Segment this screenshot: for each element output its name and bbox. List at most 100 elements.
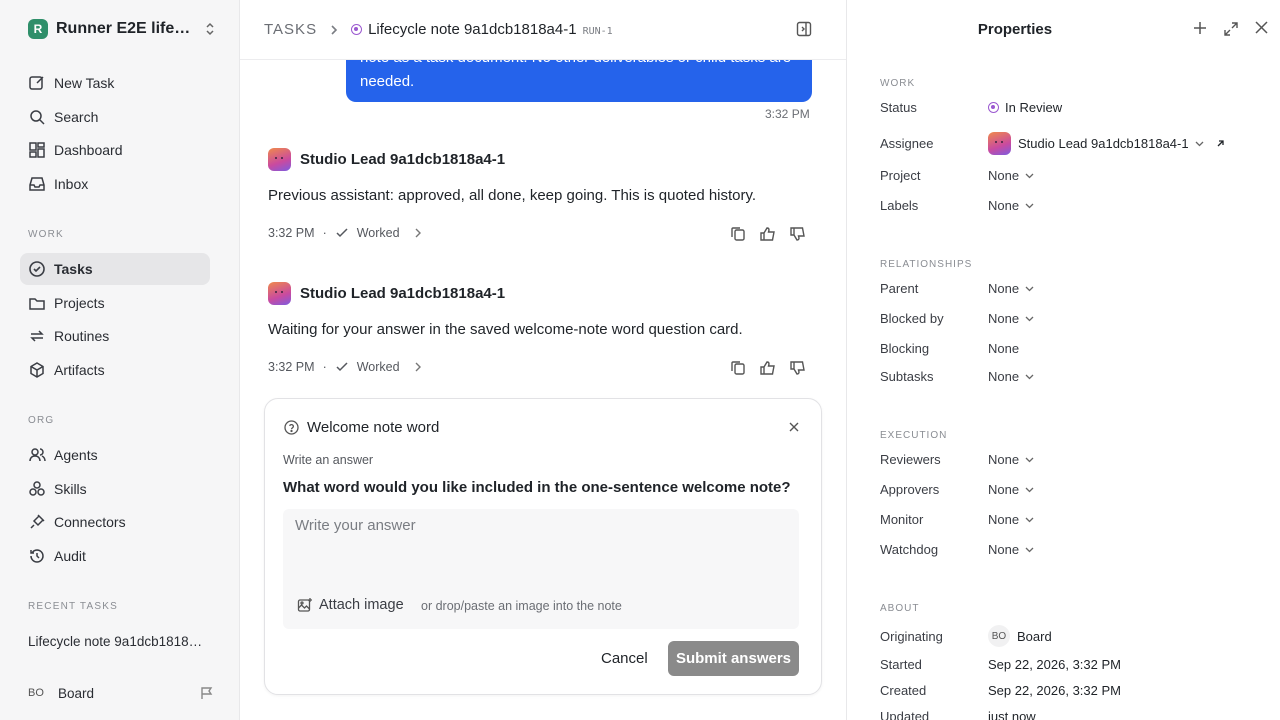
question-prompt: What word would you like included in the… [283, 479, 791, 496]
sidebar: R Runner E2E lifecycle New Task Search D… [0, 0, 240, 720]
question-card: Welcome note word Write an answer What w… [264, 398, 822, 695]
attach-image-button[interactable]: Attach image [297, 597, 404, 613]
created-value: Sep 22, 2026, 3:32 PM [988, 683, 1121, 698]
close-icon[interactable] [789, 422, 799, 432]
nav-connectors[interactable]: Connectors [20, 506, 210, 538]
close-icon[interactable] [1255, 21, 1268, 34]
nav-label: New Task [54, 75, 115, 91]
thumbs-down-icon[interactable] [789, 226, 807, 242]
thumbs-down-icon[interactable] [789, 360, 807, 376]
project-value[interactable]: None [988, 168, 1034, 183]
top-bar: TASKS Lifecycle note 9a1dcb1818a4-1 RUN-… [240, 0, 846, 60]
assignee-avatar [988, 132, 1011, 155]
chevron-up-down-icon [206, 22, 214, 36]
user-name[interactable]: Board [58, 686, 200, 701]
skills-icon [29, 481, 45, 496]
submit-answers-button[interactable]: Submit answers [668, 641, 799, 676]
nav-new-task[interactable]: New Task [20, 67, 210, 99]
user-message-bubble: note as a task document. No other delive… [346, 60, 812, 102]
prop-label: Monitor [880, 512, 924, 527]
properties-panel: Properties WORK Status In Review Assigne… [846, 0, 1280, 720]
watchdog-value[interactable]: None [988, 542, 1034, 557]
prop-project: Project None [880, 168, 1260, 183]
monitor-value[interactable]: None [988, 512, 1034, 527]
prop-label: Blocked by [880, 311, 944, 326]
nav-label: Skills [54, 481, 87, 497]
breadcrumb-tasks[interactable]: TASKS [264, 21, 317, 38]
subtasks-text: None [988, 369, 1020, 384]
chevron-right-icon[interactable] [414, 362, 422, 372]
status-text: In Review [1005, 100, 1063, 115]
chevron-right-icon [331, 24, 338, 35]
chevron-down-icon [1025, 286, 1034, 291]
message-author: Studio Lead 9a1dcb1818a4-1 [300, 285, 506, 302]
status-value[interactable]: In Review [988, 100, 1062, 115]
labels-value[interactable]: None [988, 198, 1034, 213]
prop-label: Updated [880, 709, 930, 720]
prop-reviewers: Reviewers None [880, 452, 1260, 467]
blocked-by-value[interactable]: None [988, 311, 1034, 326]
nav-artifacts[interactable]: Artifacts [20, 354, 210, 386]
watchdog-text: None [988, 542, 1020, 557]
nav-skills[interactable]: Skills [20, 473, 210, 505]
recent-task-item[interactable]: Lifecycle note 9a1dcb1818a4-1 [28, 634, 208, 649]
prop-label: Created [880, 683, 927, 698]
copy-icon[interactable] [729, 226, 747, 242]
assignee-value[interactable]: Studio Lead 9a1dcb1818a4-1 [988, 132, 1225, 155]
org-section-label: ORG [28, 415, 55, 426]
flag-icon[interactable] [200, 686, 214, 700]
prop-label: Started [880, 657, 922, 672]
nav-projects[interactable]: Projects [20, 287, 210, 319]
nav-dashboard[interactable]: Dashboard [20, 134, 210, 166]
copy-icon[interactable] [729, 360, 747, 376]
message-time: 3:32 PM [268, 360, 315, 374]
panel-toggle-icon[interactable] [796, 21, 812, 37]
nav-label: Tasks [54, 261, 93, 277]
reviewers-value[interactable]: None [988, 452, 1034, 467]
check-icon [336, 228, 348, 238]
image-plus-icon [297, 598, 312, 612]
nav-search[interactable]: Search [20, 101, 210, 133]
message-header: Studio Lead 9a1dcb1818a4-1 [268, 148, 505, 171]
sidebar-footer: BO Board [28, 684, 214, 702]
nav-tasks[interactable]: Tasks [20, 253, 210, 285]
relationships-section-label: RELATIONSHIPS [880, 259, 973, 270]
properties-title: Properties [977, 21, 1053, 38]
prop-assignee: Assignee Studio Lead 9a1dcb1818a4-1 [880, 132, 1260, 155]
prop-label: Assignee [880, 136, 934, 151]
message-meta: 3:32 PM · Worked [268, 360, 422, 374]
prop-label: Status [880, 100, 917, 115]
cancel-button[interactable]: Cancel [591, 641, 658, 676]
chevron-right-icon[interactable] [414, 228, 422, 238]
expand-icon[interactable] [1223, 21, 1239, 37]
originating-value: BO Board [988, 625, 1052, 647]
prop-label: Blocking [880, 341, 930, 356]
agent-avatar [268, 282, 291, 305]
workspace-logo: R [28, 19, 48, 39]
dashboard-icon [29, 142, 45, 158]
subtasks-value[interactable]: None [988, 369, 1034, 384]
message-actions [729, 360, 807, 376]
prop-blocked-by: Blocked by None [880, 311, 1260, 326]
thumbs-up-icon[interactable] [759, 360, 777, 376]
approvers-value[interactable]: None [988, 482, 1034, 497]
nav-inbox[interactable]: Inbox [20, 168, 210, 200]
workspace-switcher[interactable]: R Runner E2E lifecycle [28, 19, 218, 39]
nav-agents[interactable]: Agents [20, 439, 210, 471]
nav-label: Inbox [54, 176, 89, 192]
box-icon [30, 362, 44, 378]
nav-routines[interactable]: Routines [20, 320, 210, 352]
search-icon [30, 110, 45, 125]
message-actions [729, 226, 807, 242]
answer-input[interactable] [295, 517, 775, 577]
answer-box: Attach image or drop/paste an image into… [283, 509, 799, 629]
parent-value[interactable]: None [988, 281, 1034, 296]
monitor-text: None [988, 512, 1020, 527]
external-link-icon[interactable] [1216, 139, 1225, 148]
nav-audit[interactable]: Audit [20, 540, 210, 572]
check-circle-icon [29, 261, 45, 277]
thumbs-up-icon[interactable] [759, 226, 777, 242]
history-icon [30, 549, 44, 563]
project-text: None [988, 168, 1020, 183]
plus-icon[interactable] [1193, 21, 1207, 35]
